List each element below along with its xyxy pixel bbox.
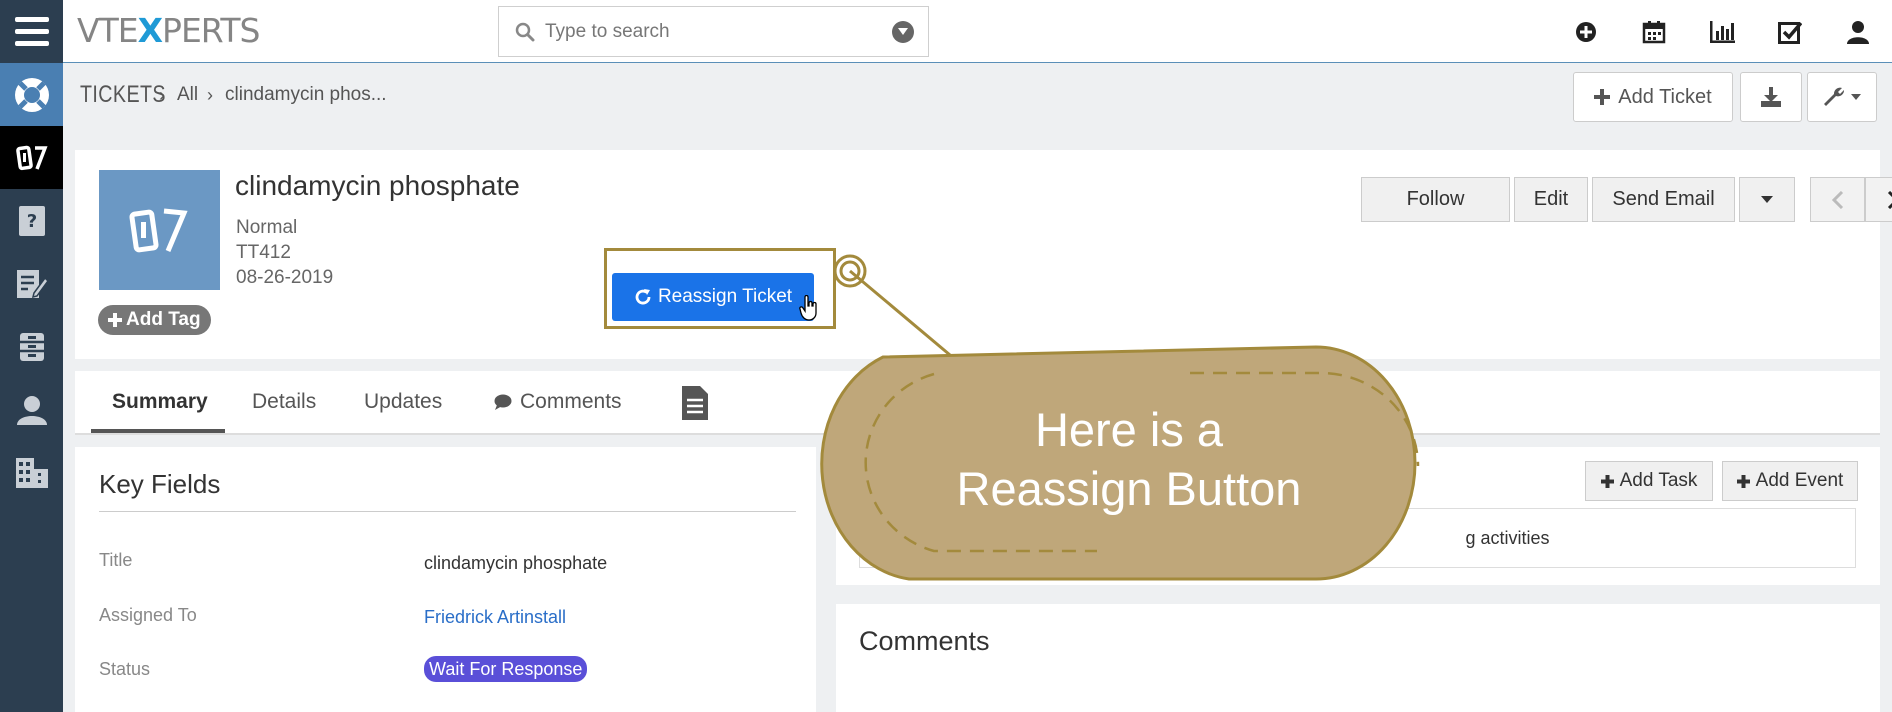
record-title: clindamycin phosphate [235, 170, 520, 201]
breadcrumb-filter[interactable]: All [177, 84, 198, 106]
comments-panel: Comments [836, 604, 1880, 712]
key-fields-title: Key Fields [99, 469, 221, 499]
menu-icon[interactable] [0, 0, 63, 63]
status-pill: Wait For Response [424, 656, 588, 682]
ticket-icon [128, 208, 188, 253]
plus-circle-icon[interactable] [1552, 0, 1620, 63]
document-icon [682, 386, 708, 420]
plus-icon [108, 313, 122, 327]
search-icon [515, 22, 535, 42]
callout-line-2: Reassign Button [956, 462, 1302, 515]
wrench-icon [1824, 87, 1844, 106]
add-event-label: Add Event [1755, 470, 1844, 491]
chevron-left-icon [1831, 190, 1843, 209]
settings-dropdown-button[interactable] [1807, 72, 1877, 122]
add-ticket-label: Add Ticket [1618, 85, 1712, 108]
assigned-to-link[interactable]: Friedrick Artinstall [424, 607, 566, 628]
ticket-number: TT412 [236, 242, 291, 263]
tab-summary[interactable]: Summary [112, 390, 208, 414]
ticket-priority: Normal [236, 217, 298, 238]
key-fields-panel: Key Fields Title clindamycin phosphate A… [75, 447, 816, 712]
search-input[interactable] [545, 19, 875, 45]
svg-text:?: ? [26, 211, 36, 232]
download-icon [1761, 87, 1781, 107]
add-task-label: Add Task [1619, 470, 1698, 491]
callout-text: Here is a Reassign Button [812, 400, 1446, 518]
reassign-label: Reassign Ticket [657, 286, 793, 307]
top-icon-bar [1552, 0, 1892, 63]
plus-icon [1736, 474, 1750, 488]
add-event-button[interactable]: Add Event [1722, 461, 1858, 501]
plus-icon [1594, 89, 1611, 105]
divider [99, 511, 796, 512]
caret-down-icon [1761, 196, 1773, 203]
add-tag-label: Add Tag [126, 309, 201, 330]
main-content: TICKETS › All › clindamycin phos... Add … [63, 63, 1892, 712]
user-icon[interactable] [1824, 0, 1892, 63]
tab-documents[interactable] [681, 385, 709, 427]
status-badge[interactable]: Wait For Response [424, 656, 588, 682]
breadcrumb-module[interactable]: TICKETS [80, 81, 166, 109]
add-task-button[interactable]: Add Task [1585, 461, 1713, 501]
active-tab-indicator [91, 429, 225, 433]
global-search[interactable] [498, 6, 929, 57]
knowledge-base-icon[interactable]: ? [0, 189, 63, 252]
add-tag-button[interactable]: Add Tag [98, 305, 211, 335]
reassign-ticket-button[interactable]: Reassign Ticket [612, 273, 814, 321]
contacts-icon[interactable] [0, 378, 63, 441]
refresh-icon [635, 289, 651, 305]
search-dropdown-icon[interactable] [892, 21, 914, 43]
breadcrumb-record: clindamycin phos... [225, 84, 387, 105]
callout-line-1: Here is a [1034, 403, 1224, 456]
chevron-right-icon [1887, 190, 1892, 209]
ticket-image [99, 170, 220, 290]
tab-details[interactable]: Details [252, 390, 316, 414]
tab-comments[interactable]: Comments [494, 390, 622, 414]
send-email-button[interactable]: Send Email [1592, 177, 1735, 222]
breadcrumb: TICKETS › All › clindamycin phos... Add … [63, 63, 1892, 125]
plus-icon [1600, 474, 1614, 488]
module-sidebar: ? [0, 63, 63, 712]
add-ticket-button[interactable]: Add Ticket [1573, 72, 1733, 122]
task-checkbox-icon[interactable] [1756, 0, 1824, 63]
notes-icon[interactable] [0, 252, 63, 315]
tab-comments-label: Comments [520, 390, 622, 413]
chevron-right-icon: › [207, 85, 213, 105]
record-action-group: Follow Edit Send Email [1361, 177, 1795, 222]
ticket-date: 08-26-2019 [236, 267, 334, 288]
top-bar: VTEXPERTS [0, 0, 1892, 63]
tickets-icon[interactable] [0, 126, 63, 189]
field-value-title[interactable]: clindamycin phosphate [424, 553, 607, 574]
comments-title: Comments [859, 626, 990, 656]
edit-button[interactable]: Edit [1514, 177, 1588, 222]
field-label: Title [99, 550, 133, 570]
hand-cursor-icon [799, 295, 817, 321]
field-label: Assigned To [99, 605, 197, 625]
chevron-right-icon: › [159, 85, 165, 105]
follow-button[interactable]: Follow [1361, 177, 1510, 222]
empty-state-text: g activities [1465, 527, 1550, 548]
record-nav-group [1810, 177, 1892, 222]
more-actions-button[interactable] [1739, 177, 1795, 222]
documents-icon[interactable] [0, 315, 63, 378]
chart-icon[interactable] [1688, 0, 1756, 63]
caret-down-icon [1851, 94, 1861, 100]
app-logo[interactable]: VTEXPERTS [77, 12, 260, 50]
tab-updates[interactable]: Updates [364, 390, 442, 414]
import-button[interactable] [1740, 72, 1802, 122]
support-icon[interactable] [0, 63, 63, 126]
previous-record-button[interactable] [1810, 177, 1865, 222]
field-label: Status [99, 659, 151, 679]
comment-icon [494, 394, 512, 410]
next-record-button[interactable] [1865, 177, 1892, 222]
organizations-icon[interactable] [0, 441, 63, 504]
record-header-card: clindamycin phosphate Normal TT412 08-26… [75, 150, 1892, 359]
calendar-icon[interactable] [1620, 0, 1688, 63]
